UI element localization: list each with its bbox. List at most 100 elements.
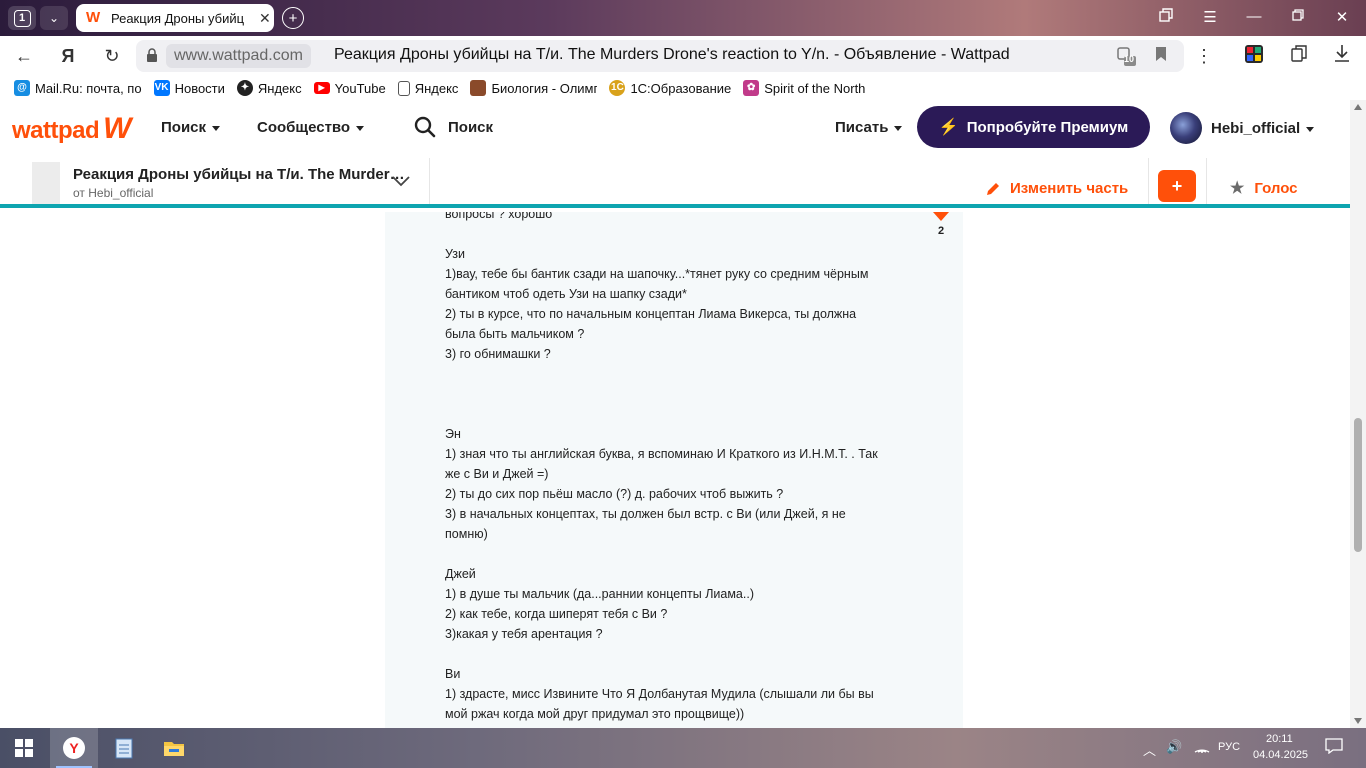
username-label: Hebi_official: [1211, 120, 1301, 137]
vk-icon: VK: [153, 80, 170, 96]
browse-dropdown[interactable]: Поиск: [161, 119, 221, 136]
bookmark-1c[interactable]: 1С 1С:Образование: [609, 80, 731, 96]
bookmark-news[interactable]: VK Новости: [153, 80, 225, 96]
url-page-title[interactable]: Реакция Дроны убийцы на Т/и. The Murders…: [334, 46, 1010, 64]
reload-icon[interactable]: ↻: [100, 44, 124, 68]
edit-part-label: Изменить часть: [1010, 180, 1129, 197]
bookmark-label: Яндекс: [414, 80, 459, 96]
minimize-icon[interactable]: —: [1242, 8, 1266, 25]
bookmark-label: Spirit of the North: [764, 80, 866, 96]
file-explorer-icon[interactable]: [150, 728, 198, 768]
caret-down-icon: [894, 125, 903, 131]
vote-button[interactable]: ★ Голос: [1230, 178, 1298, 198]
scrollbar-thumb[interactable]: [1354, 418, 1362, 552]
wattpad-favicon-icon: W: [86, 9, 101, 26]
user-menu[interactable]: Hebi_official: [1211, 120, 1315, 137]
avatar[interactable]: [1170, 112, 1202, 144]
1c-icon: 1С: [609, 80, 626, 96]
reading-area: вопросы ? хорошо Узи 1)вау, тебе бы бантик…: [0, 212, 1350, 728]
caret-down-icon: [212, 125, 221, 131]
back-icon[interactable]: ←: [12, 44, 36, 68]
address-row: ← Я ↻ www.wattpad.com Реакция Дроны убий…: [0, 36, 1366, 76]
bookmark-biology[interactable]: Биология - Олимп: [470, 80, 597, 96]
wattpad-w-icon: W: [103, 112, 131, 145]
biology-icon: [470, 80, 487, 96]
chevron-down-icon[interactable]: [392, 174, 410, 190]
yandex-icon[interactable]: Я: [56, 44, 80, 68]
story-line: [445, 544, 915, 564]
comment-flag-icon: [933, 212, 949, 221]
inline-comment-marker[interactable]: 2: [930, 212, 952, 237]
input-language[interactable]: РУС: [1218, 741, 1240, 753]
story-line: же с Ви и Джей =): [445, 467, 549, 481]
network-icon[interactable]: [1194, 739, 1210, 756]
restore-icon[interactable]: [1286, 8, 1310, 25]
address-bar[interactable]: www.wattpad.com Реакция Дроны убийцы на …: [136, 40, 1184, 72]
lock-icon[interactable]: [146, 48, 158, 62]
story-line: мой ржач когда мой друг придумал это про…: [445, 707, 745, 721]
collections-icon[interactable]: [1154, 8, 1178, 26]
story-line: была быть мальчиком ?: [445, 327, 585, 341]
edit-part-button[interactable]: Изменить часть: [985, 180, 1128, 197]
bookmark-mail-ru[interactable]: @ Mail.Ru: почта, по: [14, 80, 142, 96]
clock-date[interactable]: 04.04.2025: [1253, 749, 1308, 761]
try-premium-button[interactable]: ⚡ Попробуйте Премиум: [917, 106, 1150, 148]
story-body: вопросы ? хорошо Узи 1)вау, тебе бы бантик…: [445, 212, 915, 728]
community-dropdown[interactable]: Сообщество: [257, 119, 365, 136]
wattpad-header: wattpad W Поиск Сообщество Поиск Писать ⚡…: [0, 100, 1350, 156]
search-placeholder[interactable]: Поиск: [448, 119, 493, 136]
collections-icon[interactable]: [1287, 44, 1311, 68]
bookmark-label: Новости: [174, 80, 225, 96]
clock-time[interactable]: 20:11: [1266, 733, 1293, 745]
scroll-up-icon[interactable]: [1354, 104, 1362, 110]
tab-counter-button[interactable]: 1: [8, 6, 36, 30]
windows-taskbar: Y ︿ 🔊 РУС 20:11 04.04.2025: [0, 728, 1366, 768]
windows-start-icon[interactable]: [0, 728, 48, 768]
search-box[interactable]: Поиск: [414, 116, 493, 138]
page-icon: [397, 80, 410, 96]
download-icon[interactable]: [1330, 44, 1354, 68]
more-vertical-icon[interactable]: ⋮: [1192, 44, 1216, 68]
story-title[interactable]: Реакция Дроны убийцы на Т/и. The Murders…: [73, 166, 407, 183]
bookmark-label: YouTube: [334, 80, 386, 96]
story-line: 3)какая у тебя арентация ?: [445, 627, 603, 641]
bookmark-icon[interactable]: [1151, 46, 1171, 66]
bookmark-yandex-page[interactable]: Яндекс: [397, 80, 459, 96]
svg-text:Y: Y: [69, 740, 79, 756]
volume-icon[interactable]: 🔊: [1166, 739, 1182, 755]
page-scrollbar[interactable]: [1350, 100, 1366, 728]
menu-icon[interactable]: ☰: [1198, 8, 1222, 26]
notifications-icon[interactable]: [1325, 738, 1343, 757]
story-line: 3) в начальных концептах, ты должен был …: [445, 507, 846, 521]
bookmark-yandex[interactable]: ✦ Яндекс: [236, 80, 302, 96]
story-author[interactable]: от Hebi_official: [73, 186, 153, 200]
premium-label: Попробуйте Премиум: [966, 118, 1129, 136]
chevron-down-icon[interactable]: ⌄: [40, 6, 68, 30]
scroll-down-icon[interactable]: [1354, 718, 1362, 724]
bookmark-label: Биология - Олимп: [491, 80, 598, 96]
story-line: 1) в душе ты мальчик (да...раннии концеп…: [445, 587, 754, 601]
write-dropdown[interactable]: Писать: [835, 119, 903, 136]
close-window-icon[interactable]: ✕: [1330, 8, 1354, 26]
bookmark-label: 1С:Образование: [630, 80, 732, 96]
wattpad-logo[interactable]: wattpad W: [12, 112, 131, 146]
story-line: [445, 384, 915, 404]
story-cover-thumbnail[interactable]: [32, 162, 60, 204]
ext-badge: 10: [1124, 54, 1135, 64]
story-line: 2) ты в курсе, что по начальным концепта…: [445, 307, 857, 321]
tab-close-icon[interactable]: ✕: [259, 10, 271, 27]
tab-count: 1: [13, 9, 31, 27]
extension-colorful-icon[interactable]: [1242, 44, 1266, 68]
tray-expand-icon[interactable]: ︿: [1143, 740, 1156, 759]
add-to-list-button[interactable]: +: [1158, 170, 1196, 202]
notepad-taskbar-icon[interactable]: [100, 728, 148, 768]
bookmark-youtube[interactable]: ▶ YouTube: [313, 80, 386, 96]
divider: [1206, 158, 1207, 204]
url-domain[interactable]: www.wattpad.com: [166, 44, 311, 68]
yandex-browser-taskbar-icon[interactable]: Y: [50, 728, 98, 768]
divider: [429, 158, 430, 204]
new-tab-icon[interactable]: +: [282, 7, 304, 29]
tab-strip: 1 ⌄ W Реакция Дроны убийц ✕ + ☰ — ✕: [0, 0, 1366, 36]
browser-tab[interactable]: W Реакция Дроны убийц ✕: [76, 4, 274, 32]
bookmark-spirit[interactable]: ✿ Spirit of the North: [743, 80, 870, 96]
